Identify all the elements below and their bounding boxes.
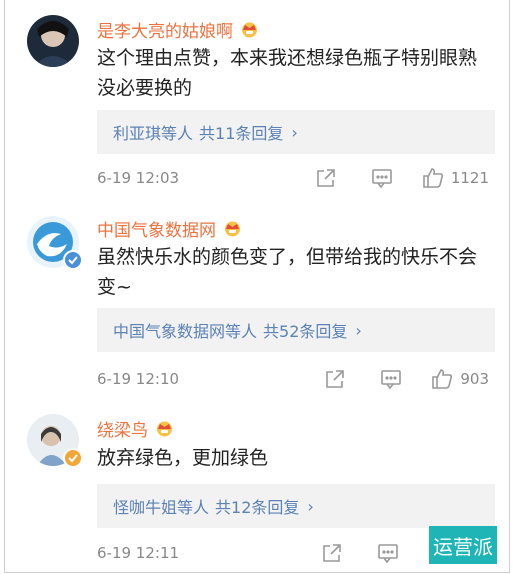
crown-badge-icon bbox=[154, 420, 175, 437]
reply-summary[interactable]: 怪咖牛姐 等人 共12条回复 › bbox=[97, 484, 495, 528]
comment-text: 放弃绿色，更加绿色 bbox=[97, 447, 269, 469]
verified-badge-icon bbox=[63, 448, 83, 468]
crown-badge-icon bbox=[239, 21, 260, 38]
comment-text: 虽然快乐水的颜色变了，但带给我的快乐不会变~ bbox=[97, 246, 478, 298]
comment-panel: 是李大亮的姑娘啊 这个理由点赞，本来我还想绿色瓶子特别眼熟没必要换的 利亚琪 等… bbox=[4, 0, 510, 573]
verified-badge-icon bbox=[63, 250, 83, 270]
author-row: 中国气象数据网 bbox=[97, 216, 243, 241]
reply-etc: 等人 bbox=[161, 124, 194, 143]
share-icon[interactable] bbox=[324, 368, 346, 390]
chevron-right-icon: › bbox=[291, 122, 298, 142]
comment-text: 这个理由点赞，本来我还想绿色瓶子特别眼熟没必要换的 bbox=[97, 47, 478, 99]
comment-meta: 6-19 12:03 1121 bbox=[97, 166, 489, 190]
reply-summary[interactable]: 利亚琪 等人 共11条回复 › bbox=[97, 110, 495, 154]
author-row: 是李大亮的姑娘啊 bbox=[97, 17, 260, 42]
comment-time: 6-19 12:11 bbox=[97, 544, 180, 562]
reply-etc: 等人 bbox=[177, 498, 210, 517]
crown-badge-icon bbox=[222, 220, 243, 237]
comment-time: 6-19 12:03 bbox=[97, 169, 180, 187]
avatar[interactable] bbox=[27, 15, 79, 67]
reply-count: 共11条回复 bbox=[199, 124, 284, 143]
share-icon[interactable] bbox=[321, 542, 343, 564]
share-icon[interactable] bbox=[315, 167, 337, 189]
like-count: 1121 bbox=[450, 169, 489, 187]
reply-count: 共12条回复 bbox=[215, 498, 300, 517]
author-name[interactable]: 中国气象数据网 bbox=[97, 216, 216, 241]
watermark-logo: 运营派 bbox=[429, 526, 497, 564]
like-button[interactable]: 1121 bbox=[421, 166, 489, 190]
author-row: 绕梁鸟 bbox=[97, 416, 175, 441]
comment-time: 6-19 12:10 bbox=[97, 370, 180, 388]
author-name[interactable]: 是李大亮的姑娘啊 bbox=[97, 17, 233, 42]
like-count: 903 bbox=[460, 370, 489, 388]
reply-users: 怪咖牛姐 bbox=[113, 498, 178, 517]
comment-meta: 6-19 12:10 903 bbox=[97, 367, 489, 391]
like-button[interactable]: 903 bbox=[430, 367, 489, 391]
chevron-right-icon: › bbox=[307, 496, 314, 516]
reply-users: 利亚琪 bbox=[113, 124, 162, 143]
chevron-right-icon: › bbox=[355, 320, 362, 340]
thumbs-up-icon bbox=[423, 168, 443, 188]
comment-icon[interactable] bbox=[377, 542, 399, 564]
watermark-text: 运营派 bbox=[433, 534, 493, 559]
reply-summary[interactable]: 中国气象数据网 等人 共52条回复 › bbox=[97, 308, 495, 352]
reply-etc: 等人 bbox=[225, 322, 258, 341]
author-name[interactable]: 绕梁鸟 bbox=[97, 416, 148, 441]
comment-icon[interactable] bbox=[380, 368, 402, 390]
thumbs-up-icon bbox=[432, 369, 453, 389]
reply-users: 中国气象数据网 bbox=[113, 322, 226, 341]
comment-icon[interactable] bbox=[371, 167, 393, 189]
reply-count: 共52条回复 bbox=[263, 322, 348, 341]
